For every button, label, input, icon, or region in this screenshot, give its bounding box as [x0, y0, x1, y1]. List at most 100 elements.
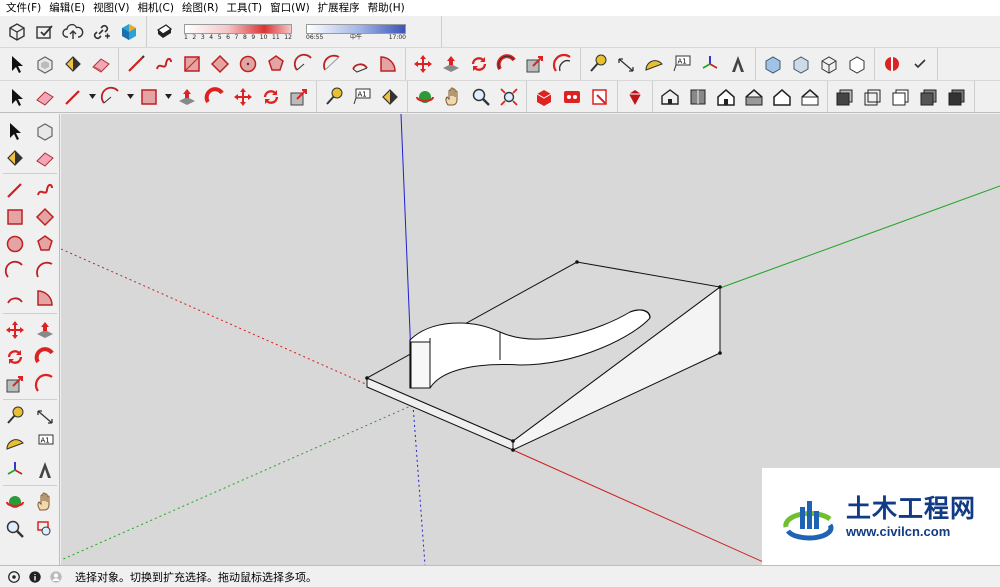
polygon-icon[interactable]: [262, 50, 290, 78]
check-icon[interactable]: [906, 50, 934, 78]
dimension-icon[interactable]: [31, 403, 59, 429]
zoom-icon[interactable]: [1, 516, 29, 542]
xray-icon[interactable]: [759, 50, 787, 78]
select-icon[interactable]: [3, 83, 31, 111]
hidden-line-icon[interactable]: [843, 50, 871, 78]
3d-text-icon[interactable]: [724, 50, 752, 78]
shape-dropdown-chevron-down-icon[interactable]: [163, 83, 173, 111]
check-icon[interactable]: [31, 18, 59, 46]
freehand-icon[interactable]: [31, 177, 59, 203]
rectangle-icon[interactable]: [1, 204, 29, 230]
arc-icon[interactable]: [97, 83, 125, 111]
eraser-icon[interactable]: [31, 83, 59, 111]
geo-location-icon[interactable]: [6, 569, 22, 585]
front-view-icon[interactable]: [712, 83, 740, 111]
cloud-upload-icon[interactable]: [59, 18, 87, 46]
rotate-icon[interactable]: [1, 344, 29, 370]
zoom-extents-icon[interactable]: [495, 83, 523, 111]
dimension-icon[interactable]: [612, 50, 640, 78]
menu-window[interactable]: 窗口(W): [266, 0, 314, 16]
arc-icon[interactable]: [1, 258, 29, 284]
freehand-icon[interactable]: [150, 50, 178, 78]
section-plane-icon[interactable]: [878, 50, 906, 78]
xray-style-icon[interactable]: [831, 83, 859, 111]
menu-draw[interactable]: 绘图(R): [178, 0, 223, 16]
left-view-icon[interactable]: [796, 83, 824, 111]
line-icon[interactable]: [1, 177, 29, 203]
arc-dropdown-chevron-down-icon[interactable]: [125, 83, 135, 111]
eraser-icon[interactable]: [87, 50, 115, 78]
protractor-icon[interactable]: [640, 50, 668, 78]
shape-icon[interactable]: [135, 83, 163, 111]
move-icon[interactable]: [229, 83, 257, 111]
rotated-rectangle-icon[interactable]: [206, 50, 234, 78]
iso-view-icon[interactable]: [656, 83, 684, 111]
two-point-arc-icon[interactable]: [31, 258, 59, 284]
text-icon[interactable]: A1: [668, 50, 696, 78]
shaded-style-icon[interactable]: [915, 83, 943, 111]
text-icon[interactable]: A1: [31, 430, 59, 456]
back-edges-icon[interactable]: [787, 50, 815, 78]
push-pull-icon[interactable]: [31, 317, 59, 343]
make-component-icon[interactable]: [31, 50, 59, 78]
axes-icon[interactable]: [1, 457, 29, 483]
zoom-icon[interactable]: [467, 83, 495, 111]
scale-icon[interactable]: [285, 83, 313, 111]
month-slider-track[interactable]: [184, 24, 292, 34]
offset-icon[interactable]: [31, 371, 59, 397]
polygon-icon[interactable]: [31, 231, 59, 257]
follow-me-icon[interactable]: [493, 50, 521, 78]
layout-icon[interactable]: [586, 83, 614, 111]
line-icon[interactable]: [59, 83, 87, 111]
scale-icon[interactable]: [1, 371, 29, 397]
paint-bucket-icon[interactable]: [376, 83, 404, 111]
eraser-icon[interactable]: [31, 145, 59, 171]
top-view-icon[interactable]: [684, 83, 712, 111]
component-icon[interactable]: [3, 18, 31, 46]
menu-help[interactable]: 帮助(H): [364, 0, 409, 16]
menu-extensions[interactable]: 扩展程序: [314, 0, 364, 16]
select-icon[interactable]: [1, 118, 29, 144]
protractor-icon[interactable]: [1, 430, 29, 456]
orbit-icon[interactable]: [411, 83, 439, 111]
month-slider[interactable]: [184, 22, 432, 34]
right-view-icon[interactable]: [740, 83, 768, 111]
warehouse-icon[interactable]: [530, 83, 558, 111]
shadow-toggle-icon[interactable]: [150, 18, 178, 46]
time-slider-track[interactable]: [306, 24, 406, 34]
push-pull-icon[interactable]: [173, 83, 201, 111]
pan-icon[interactable]: [31, 489, 59, 515]
paint-bucket-icon[interactable]: [59, 50, 87, 78]
follow-me-icon[interactable]: [31, 344, 59, 370]
axes-icon[interactable]: [696, 50, 724, 78]
tape-measure-icon[interactable]: [584, 50, 612, 78]
rectangle-icon[interactable]: [178, 50, 206, 78]
wire-style-icon[interactable]: [859, 83, 887, 111]
3d-text-icon[interactable]: [31, 457, 59, 483]
push-pull-icon[interactable]: [437, 50, 465, 78]
line-dropdown-chevron-down-icon[interactable]: [87, 83, 97, 111]
select-icon[interactable]: [3, 50, 31, 78]
menu-file[interactable]: 文件(F): [2, 0, 45, 16]
pie-icon[interactable]: [31, 285, 59, 311]
hidden-style-icon[interactable]: [887, 83, 915, 111]
offset-icon[interactable]: [549, 50, 577, 78]
zoom-window-icon[interactable]: [31, 516, 59, 542]
slope-model[interactable]: [365, 260, 722, 452]
credits-info-icon[interactable]: [27, 569, 43, 585]
link-icon[interactable]: [87, 18, 115, 46]
pan-icon[interactable]: [439, 83, 467, 111]
pie-icon[interactable]: [374, 50, 402, 78]
menu-view[interactable]: 视图(V): [89, 0, 133, 16]
extension-warehouse-icon[interactable]: [115, 18, 143, 46]
make-component-icon[interactable]: [31, 118, 59, 144]
textured-style-icon[interactable]: [943, 83, 971, 111]
scale-icon[interactable]: [521, 50, 549, 78]
rotate-icon[interactable]: [257, 83, 285, 111]
three-point-arc-icon[interactable]: [346, 50, 374, 78]
orbit-icon[interactable]: [1, 489, 29, 515]
arc-icon[interactable]: [290, 50, 318, 78]
menu-tools[interactable]: 工具(T): [222, 0, 266, 16]
follow-me-icon[interactable]: [201, 83, 229, 111]
rotate-icon[interactable]: [465, 50, 493, 78]
